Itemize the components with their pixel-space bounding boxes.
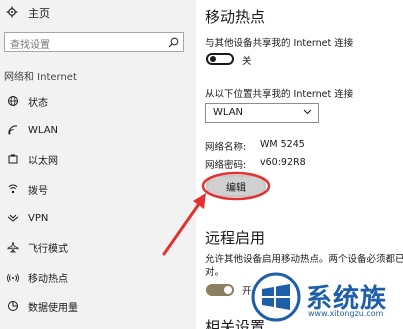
settings-window: 主页 查找设置 网络和 Internet 状态 WLAN 以太网 拨号 VPN … <box>0 0 403 329</box>
watermark: 系统族 www.xitongzu.com <box>250 272 403 322</box>
windows-logo-icon <box>251 272 301 322</box>
watermark-url: www.xitongzu.com <box>308 309 384 318</box>
